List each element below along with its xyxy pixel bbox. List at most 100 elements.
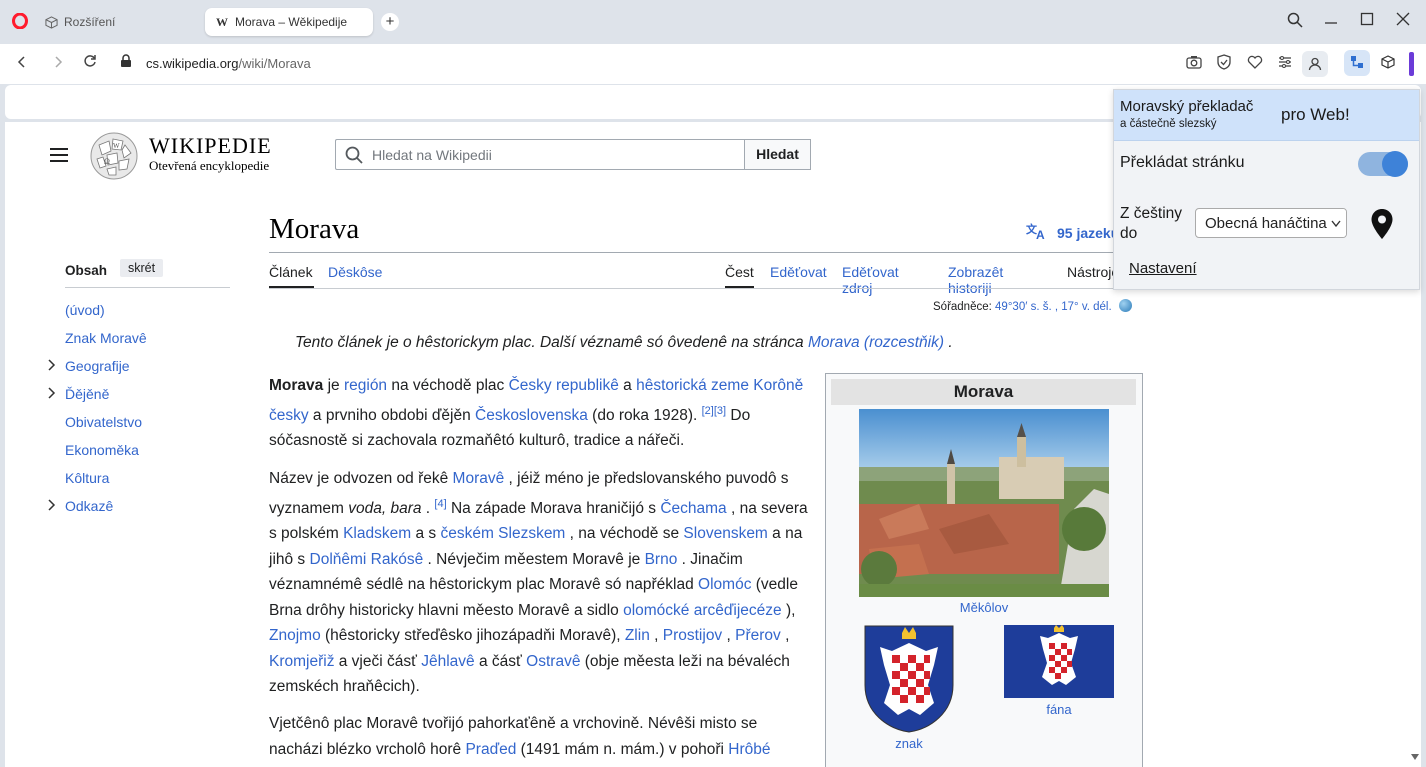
article-text: (do roka 1928). bbox=[587, 406, 702, 424]
article-link[interactable]: olomócké arcêďijecéze bbox=[623, 602, 782, 619]
tab-tools[interactable]: Nástroje bbox=[1067, 264, 1119, 280]
toc-expand-icon[interactable] bbox=[48, 387, 56, 402]
toc-expand-icon[interactable] bbox=[48, 359, 56, 374]
article-link[interactable]: Čechama bbox=[660, 500, 726, 517]
new-tab-button[interactable]: + bbox=[381, 13, 399, 31]
article-link[interactable]: región bbox=[344, 377, 387, 394]
article-text: ), bbox=[781, 601, 796, 619]
paragraph-geography: Vjetčênô plac Moravê tvořijó pahorkaťêně… bbox=[269, 711, 814, 762]
article-link[interactable]: Moravê bbox=[453, 470, 505, 487]
url-field[interactable]: cs.wikipedia.org/wiki/Morava bbox=[146, 56, 311, 71]
article-link[interactable]: Kladskem bbox=[343, 525, 411, 542]
menu-list-icon[interactable] bbox=[1275, 54, 1295, 74]
toc-item[interactable]: Ďějěně bbox=[65, 386, 109, 402]
dialect-select[interactable]: Obecná hanáčtina bbox=[1195, 208, 1347, 238]
article-text: a čásť bbox=[474, 652, 527, 670]
tab-title: Rozšíření bbox=[64, 15, 116, 29]
infobox-photo[interactable] bbox=[859, 409, 1109, 597]
tabs-divider bbox=[269, 288, 1115, 289]
article-link[interactable]: Zlin bbox=[625, 627, 650, 644]
article-link[interactable]: Dolňêmi Rakósê bbox=[310, 551, 424, 568]
tab-extensions[interactable]: Rozšíření bbox=[34, 8, 194, 36]
toc-item[interactable]: Kôltura bbox=[65, 470, 109, 486]
toc-item[interactable]: Geografije bbox=[65, 358, 130, 374]
tab-read[interactable]: Čest bbox=[725, 264, 754, 280]
settings-link[interactable]: Nastavení bbox=[1129, 260, 1197, 277]
toc-item[interactable]: Znak Moravê bbox=[65, 330, 147, 346]
article-link[interactable]: Hrôbé bbox=[728, 741, 770, 758]
toc-item[interactable]: Odkazê bbox=[65, 498, 113, 514]
reload-icon[interactable] bbox=[80, 54, 100, 74]
flag-image[interactable] bbox=[1004, 625, 1114, 698]
article-link[interactable]: Znojmo bbox=[269, 627, 321, 644]
shield-icon[interactable] bbox=[1214, 54, 1234, 74]
extension-icon[interactable] bbox=[1344, 50, 1370, 76]
back-icon[interactable] bbox=[12, 54, 32, 74]
photo-caption[interactable]: Měkôlov bbox=[826, 600, 1142, 615]
globe-icon[interactable] bbox=[1118, 299, 1132, 312]
article-link[interactable]: Brno bbox=[645, 551, 678, 568]
tab-edit-source[interactable]: Eděťovat zdroj bbox=[842, 264, 899, 296]
close-window-icon[interactable] bbox=[1393, 12, 1413, 32]
flag-caption[interactable]: fána bbox=[1004, 702, 1114, 717]
location-pin-icon[interactable] bbox=[1370, 208, 1394, 240]
article-link[interactable]: českém Slezskem bbox=[440, 525, 565, 542]
minimize-icon[interactable] bbox=[1321, 12, 1341, 32]
opera-logo-icon[interactable] bbox=[12, 12, 28, 30]
coat-caption[interactable]: znak bbox=[864, 736, 954, 751]
tab-talk[interactable]: Děskôse bbox=[328, 264, 382, 280]
search-tabs-icon[interactable] bbox=[1285, 12, 1305, 32]
address-toolbar: cs.wikipedia.org/wiki/Morava bbox=[0, 44, 1426, 84]
wikipedia-globe-icon[interactable]: Ω W bbox=[89, 131, 139, 181]
translate-page-toggle[interactable] bbox=[1358, 151, 1408, 177]
profile-icon[interactable] bbox=[1302, 51, 1328, 77]
url-path: /wiki/Morava bbox=[238, 56, 311, 71]
article-text: a vječi čásť bbox=[334, 652, 422, 670]
toc-item[interactable]: Ekonoměka bbox=[65, 442, 139, 458]
maximize-icon[interactable] bbox=[1357, 12, 1377, 32]
article-link[interactable]: [2][3] bbox=[702, 405, 726, 417]
toc-hide-button[interactable]: skrét bbox=[120, 259, 164, 277]
coat-of-arms[interactable] bbox=[864, 625, 954, 733]
article-link[interactable]: [4] bbox=[434, 498, 446, 510]
toc-item[interactable]: (úvod) bbox=[65, 302, 105, 318]
search-icon bbox=[345, 146, 363, 169]
article-link[interactable]: Přerov bbox=[735, 627, 781, 644]
lock-icon[interactable] bbox=[116, 54, 136, 74]
hamburger-menu-icon[interactable] bbox=[49, 147, 69, 163]
toc-heading: Obsah bbox=[65, 263, 108, 278]
article-link[interactable]: Slovenskem bbox=[683, 525, 767, 542]
forward-icon[interactable] bbox=[48, 54, 68, 74]
wikipedia-tagline: Otevřená encyklopedie bbox=[149, 158, 270, 173]
popup-subtitle: a částečně slezský bbox=[1120, 118, 1217, 130]
article-link[interactable]: Česky republikê bbox=[509, 377, 619, 394]
scrollbar-arrow-icon[interactable] bbox=[1410, 748, 1420, 760]
article-link[interactable]: Ostravê bbox=[526, 653, 580, 670]
article-text: . Névječim měestem Moravê je bbox=[423, 550, 645, 568]
article-link[interactable]: Československa bbox=[475, 407, 588, 424]
tab-history[interactable]: Zobrazêt historiji bbox=[948, 264, 1003, 296]
language-count: 95 jazeků bbox=[1057, 224, 1120, 241]
infobox-title: Morava bbox=[831, 379, 1136, 405]
toc-item[interactable]: Obivatelstvo bbox=[65, 414, 142, 430]
camera-icon[interactable] bbox=[1184, 54, 1204, 74]
article-link[interactable]: Prostijov bbox=[663, 627, 722, 644]
coordinates-link[interactable]: 49°30′ s. š. , 17° v. dél. bbox=[995, 301, 1112, 313]
article-link[interactable]: Kromjeřiž bbox=[269, 653, 334, 670]
heart-icon[interactable] bbox=[1245, 54, 1265, 74]
language-button[interactable]: 文A 95 jazeků bbox=[1026, 222, 1119, 243]
toc-expand-icon[interactable] bbox=[48, 499, 56, 514]
wiki-search-button[interactable]: Hledat bbox=[744, 139, 811, 170]
article-link[interactable]: Praďed bbox=[465, 741, 516, 758]
hatnote-link[interactable]: Morava (rozcestňik) bbox=[808, 334, 944, 351]
article-link[interactable]: Olomóc bbox=[698, 576, 751, 593]
wikipedia-wordmark[interactable]: WIKIPEDIE bbox=[149, 133, 272, 159]
tab-edit[interactable]: Eděťovat bbox=[770, 264, 827, 280]
wiki-search-input[interactable]: Hledat na Wikipedii bbox=[335, 139, 745, 170]
tab-wikipedia[interactable]: W Morava – Wěkipedije bbox=[205, 8, 373, 36]
svg-text:Ω: Ω bbox=[104, 157, 110, 166]
tab-article[interactable]: Článek bbox=[269, 264, 313, 280]
cube-icon[interactable] bbox=[1378, 54, 1398, 74]
article-text: na véchodě plac bbox=[387, 377, 509, 394]
article-link[interactable]: Jêhlavê bbox=[421, 653, 474, 670]
